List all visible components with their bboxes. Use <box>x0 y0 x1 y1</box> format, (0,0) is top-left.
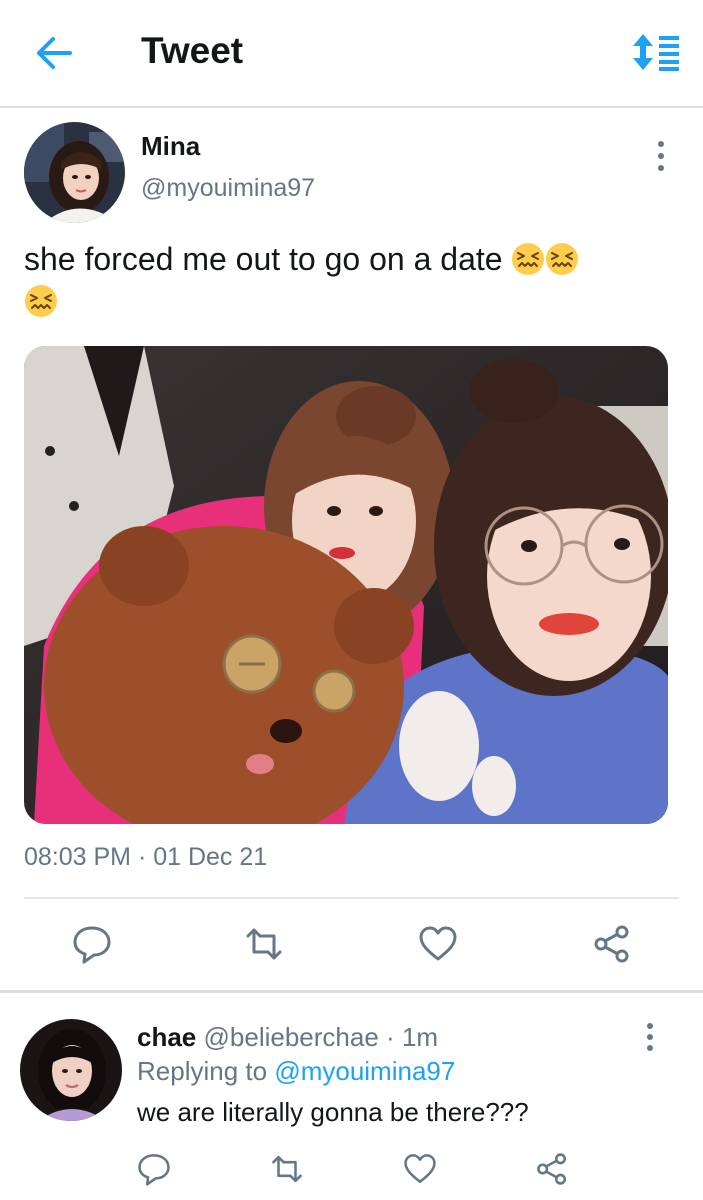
back-button[interactable] <box>34 34 74 72</box>
like-icon <box>403 1152 437 1186</box>
reply-share-button[interactable] <box>535 1152 569 1186</box>
like-icon <box>418 924 458 964</box>
sort-icon <box>631 32 683 72</box>
tweet-timestamp: 08:03 PM · 01 Dec 21 <box>24 843 268 871</box>
reply-author-name[interactable]: chae <box>137 1022 196 1052</box>
reply-retweet-button[interactable] <box>270 1152 304 1186</box>
replying-to-label: Replying to <box>137 1056 268 1086</box>
more-vertical-icon <box>638 1020 662 1054</box>
reply-text: we are literally gonna be there??? <box>137 1097 529 1127</box>
reply-author-handle[interactable]: @belieberchae <box>204 1022 379 1052</box>
share-button[interactable] <box>592 924 632 964</box>
reply-separator: · <box>386 1022 395 1052</box>
share-icon <box>592 924 632 964</box>
divider <box>24 897 679 899</box>
reply-header: chae @belieberchae · 1m <box>137 1022 438 1053</box>
retweet-icon <box>270 1152 304 1186</box>
reply-icon <box>137 1152 171 1186</box>
reply-icon <box>72 924 112 964</box>
replying-to: Replying to @myouimina97 <box>137 1056 455 1087</box>
sort-button[interactable] <box>631 32 683 72</box>
retweet-button[interactable] <box>244 924 284 964</box>
tweet-photo[interactable] <box>24 346 668 824</box>
section-divider <box>0 990 703 993</box>
confounded-face-icon <box>511 242 545 276</box>
page-title: Tweet <box>141 30 244 71</box>
avatar[interactable] <box>24 122 125 223</box>
header-divider <box>0 106 703 108</box>
reply-button[interactable] <box>72 924 112 964</box>
tweet-text: she forced me out to go on a date <box>24 238 664 322</box>
top-bar: Tweet <box>0 0 703 106</box>
reply-reply-button[interactable] <box>137 1152 171 1186</box>
replying-to-link[interactable]: @myouimina97 <box>274 1056 455 1086</box>
reply-time: 1m <box>401 1022 439 1052</box>
share-icon <box>535 1152 569 1186</box>
arrow-left-icon <box>34 34 74 72</box>
author-handle[interactable]: @myouimina97 <box>141 174 315 203</box>
reply-more-options-button[interactable] <box>638 1020 662 1054</box>
more-options-button[interactable] <box>648 138 674 174</box>
reply-avatar[interactable] <box>20 1019 122 1121</box>
reply-like-button[interactable] <box>403 1152 437 1186</box>
like-button[interactable] <box>418 924 458 964</box>
confounded-face-icon <box>24 284 58 318</box>
author-name[interactable]: Mina <box>141 131 200 162</box>
more-vertical-icon <box>648 138 674 174</box>
confounded-face-icon <box>545 242 579 276</box>
tweet-text-content: she forced me out to go on a date <box>24 241 503 277</box>
retweet-icon <box>244 924 284 964</box>
